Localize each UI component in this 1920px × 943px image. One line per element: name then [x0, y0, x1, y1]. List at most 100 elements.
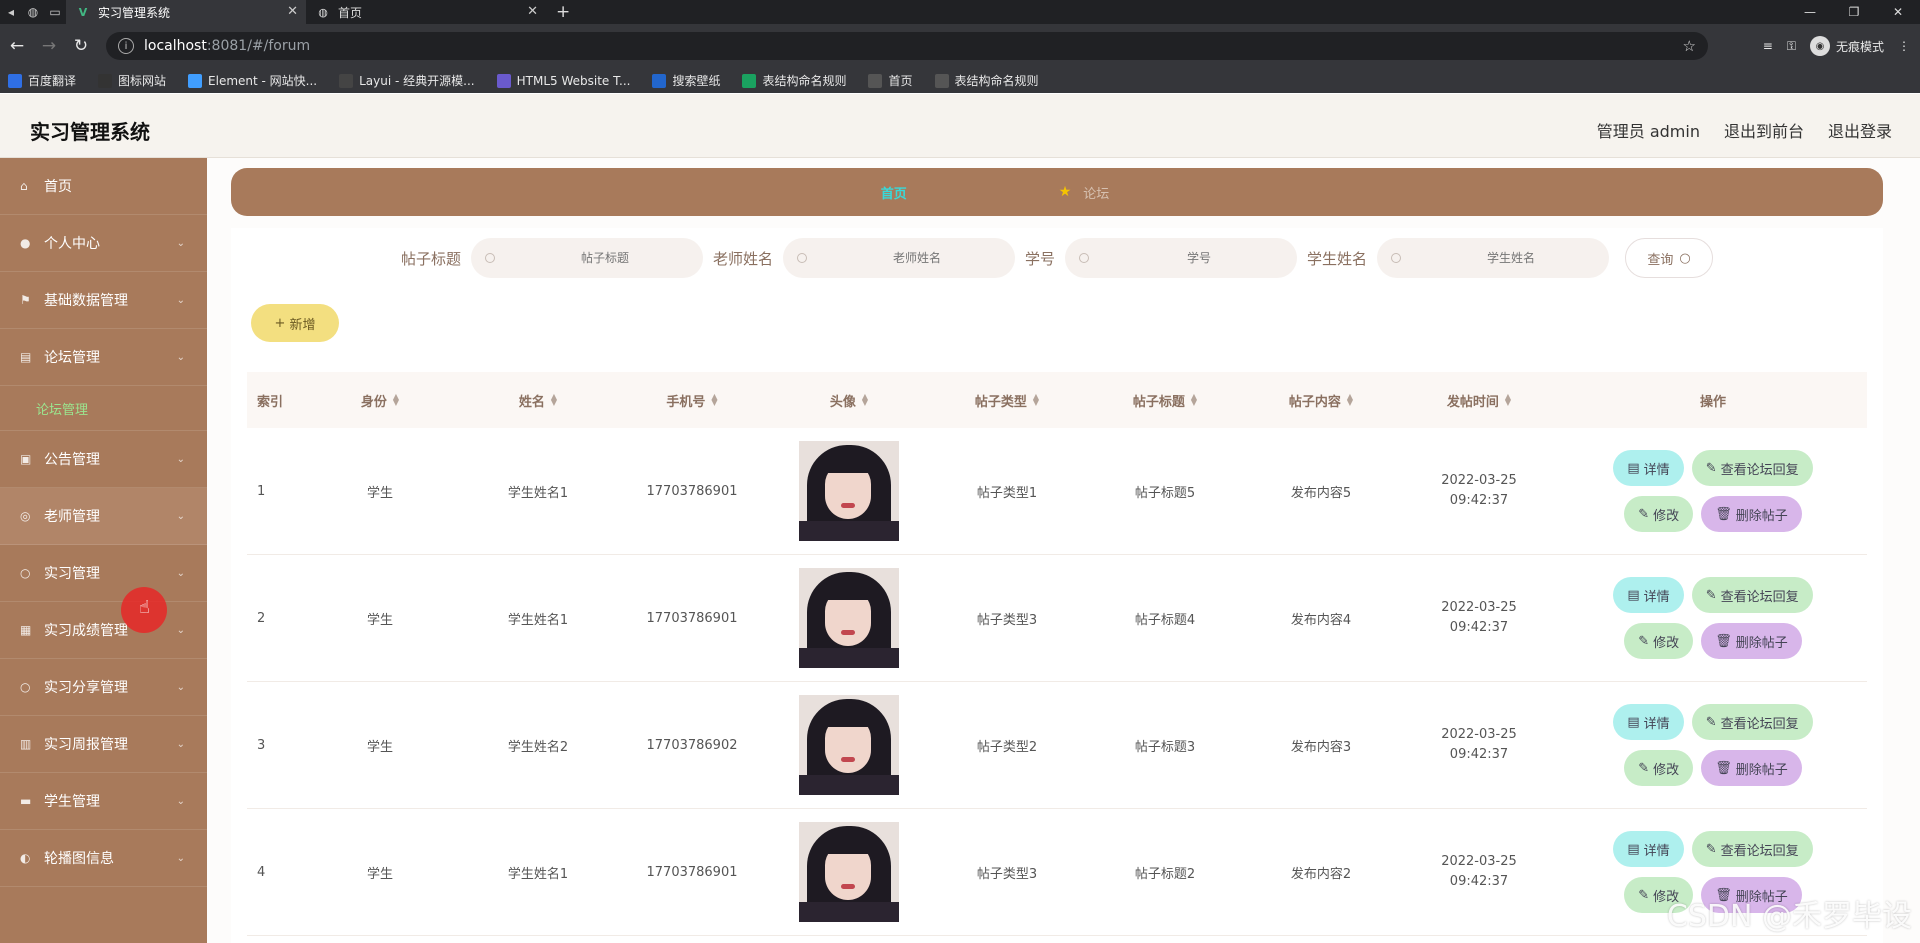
detail-button[interactable]: ▤ 详情 [1613, 704, 1684, 740]
bookmark-star-icon[interactable]: ☆ [1683, 37, 1696, 55]
avatar[interactable] [799, 695, 899, 795]
sidebar-item[interactable]: ⚑ 基础数据管理 ⌄ [0, 272, 207, 329]
sidebar-item[interactable]: ▥ 实习周报管理 ⌄ [0, 716, 207, 773]
sidebar-item[interactable]: ▬ 学生管理 ⌄ [0, 773, 207, 830]
column-header[interactable]: 帖子内容 ▲ ▼ [1243, 391, 1399, 410]
query-button[interactable]: 查询 ○ [1625, 238, 1714, 278]
column-header-label: 姓名 [518, 394, 545, 410]
reload-icon[interactable]: ↻ [66, 36, 96, 56]
sort-icon[interactable]: ▲ ▼ [393, 393, 399, 407]
detail-button[interactable]: ▤ 详情 [1613, 450, 1684, 486]
stuno-input[interactable] [1139, 251, 1260, 265]
reading-list-icon[interactable]: ≡ [1763, 39, 1773, 53]
breadcrumb-home[interactable]: 首页 [881, 183, 1047, 202]
sidebar-item[interactable]: ● 个人中心 ⌄ [0, 215, 207, 272]
column-header[interactable]: 姓名 ▲ ▼ [463, 391, 613, 410]
audio-icon[interactable]: ◂ [0, 0, 22, 24]
avatar[interactable] [799, 822, 899, 922]
avatar[interactable] [799, 441, 899, 541]
sort-icon[interactable]: ▲ ▼ [551, 393, 557, 407]
delete-button[interactable]: 🗑 删除帖子 [1701, 623, 1802, 659]
bookmark-item[interactable]: 搜索壁纸 [652, 72, 720, 89]
bookmark-favicon-icon [8, 73, 22, 88]
close-icon[interactable]: ✕ [287, 4, 298, 19]
title-input[interactable] [544, 251, 665, 265]
sidebar-item[interactable]: ◎ 老师管理 ⌄ [0, 488, 207, 545]
close-window-icon[interactable]: ✕ [1876, 0, 1920, 24]
add-button[interactable]: + 新增 [251, 304, 339, 342]
column-header[interactable]: 帖子标题 ▲ ▼ [1087, 391, 1243, 410]
avatar[interactable] [799, 568, 899, 668]
teacher-input[interactable] [857, 251, 977, 265]
bookmark-item[interactable]: Layui - 经典开源模... [339, 72, 475, 89]
menu-icon[interactable]: ⋮ [1898, 39, 1910, 53]
title-input-wrap[interactable] [470, 238, 703, 278]
cell-actions: ▤ 详情 ✎ 查看论坛回复 ✎ 修改 🗑 删除帖子 [1559, 704, 1867, 786]
forward-icon[interactable]: → [34, 36, 64, 56]
edit-button[interactable]: ✎ 修改 [1624, 496, 1694, 532]
delete-button[interactable]: 🗑 删除帖子 [1701, 496, 1802, 532]
info-icon[interactable]: i [118, 38, 134, 54]
cell-content: 发布内容4 [1290, 612, 1352, 628]
sidebar-item[interactable]: ◐ 轮播图信息 ⌄ [0, 830, 207, 887]
column-header[interactable]: 头像 ▲ ▼ [771, 391, 927, 410]
sidebar-item[interactable]: ○ 实习分享管理 ⌄ [0, 659, 207, 716]
delete-button[interactable]: 🗑 删除帖子 [1701, 750, 1802, 786]
sidebar-item[interactable]: ○ 实习管理 ⌄ [0, 545, 207, 602]
logout-link[interactable]: 退出登录 [1828, 118, 1892, 142]
window-icon[interactable]: ▭ [44, 0, 66, 24]
close-icon[interactable]: ✕ [527, 4, 538, 19]
teacher-input-wrap[interactable] [783, 238, 1015, 278]
bookmark-item[interactable]: HTML5 Website T... [496, 73, 630, 88]
bookmark-item[interactable]: Element - 网站快... [188, 72, 317, 89]
column-header[interactable]: 发帖时间 ▲ ▼ [1399, 391, 1559, 410]
teacher-icon: ◎ [20, 509, 31, 523]
url-input[interactable]: i localhost:8081/#/forum ☆ [106, 32, 1708, 60]
student-input[interactable] [1451, 251, 1572, 265]
new-tab-button[interactable]: + [546, 2, 580, 22]
sidebar-subitem[interactable]: 论坛管理 [0, 386, 207, 431]
sort-icon[interactable]: ▲ ▼ [1033, 393, 1039, 407]
detail-button[interactable]: ▤ 详情 [1613, 831, 1684, 867]
sort-icon[interactable]: ▲ ▼ [1505, 393, 1511, 407]
view-reply-button[interactable]: ✎ 查看论坛回复 [1691, 450, 1813, 486]
sidebar-item[interactable]: ▣ 公告管理 ⌄ [0, 431, 207, 488]
column-header[interactable]: 帖子类型 ▲ ▼ [927, 391, 1087, 410]
header-links: 管理员 admin 退出到前台 退出登录 [1597, 118, 1892, 142]
detail-button[interactable]: ▤ 详情 [1613, 577, 1684, 613]
sidebar-item[interactable]: ▦ 实习成绩管理 ⌄ [0, 602, 207, 659]
view-reply-button[interactable]: ✎ 查看论坛回复 [1691, 577, 1813, 613]
sort-icon[interactable]: ▲ ▼ [1347, 393, 1353, 407]
edit-button[interactable]: ✎ 修改 [1624, 750, 1694, 786]
view-reply-button[interactable]: ✎ 查看论坛回复 [1691, 704, 1813, 740]
view-reply-button[interactable]: ✎ 查看论坛回复 [1691, 831, 1813, 867]
sidebar-item[interactable]: ▤ 论坛管理 ⌄ [0, 329, 207, 386]
globe-icon[interactable]: ◍ [22, 0, 44, 24]
bookmark-item[interactable]: 表结构命名规则 [934, 72, 1039, 89]
sidebar-item-label: 实习管理 [44, 566, 100, 582]
minimize-icon[interactable]: — [1788, 0, 1832, 24]
edit-button[interactable]: ✎ 修改 [1624, 623, 1694, 659]
sort-icon[interactable]: ▲ ▼ [711, 393, 717, 407]
restore-icon[interactable]: ❐ [1832, 0, 1876, 24]
column-header[interactable]: 身份 ▲ ▼ [297, 391, 463, 410]
incognito-indicator[interactable]: ◉ 无痕模式 [1809, 36, 1884, 56]
bookmark-item[interactable]: 百度翻译 [8, 72, 76, 89]
cell-name: 学生姓名1 [507, 612, 569, 628]
column-header[interactable]: 手机号 ▲ ▼ [613, 391, 771, 410]
bookmarks-bar: 百度翻译 图标网站 Element - 网站快... Layui - 经典开源模...… [0, 68, 1920, 93]
back-icon[interactable]: ← [2, 36, 32, 56]
bookmark-item[interactable]: 表结构命名规则 [742, 72, 846, 89]
tab-inactive[interactable]: ◍ 首页 ✕ [306, 0, 546, 24]
key-icon[interactable]: ⚿ [1787, 39, 1796, 54]
back-to-front-link[interactable]: 退出到前台 [1724, 118, 1804, 142]
score-icon: ▦ [20, 623, 32, 637]
sort-icon[interactable]: ▲ ▼ [862, 393, 868, 407]
bookmark-item[interactable]: 首页 [868, 72, 913, 89]
bookmark-item[interactable]: 图标网站 [98, 72, 166, 89]
tab-active[interactable]: V 实习管理系统 ✕ [66, 0, 306, 24]
sort-icon[interactable]: ▲ ▼ [1191, 393, 1197, 407]
sidebar-item[interactable]: ⌂ 首页 [0, 158, 207, 215]
student-input-wrap[interactable] [1377, 238, 1610, 278]
stuno-input-wrap[interactable] [1065, 238, 1298, 278]
